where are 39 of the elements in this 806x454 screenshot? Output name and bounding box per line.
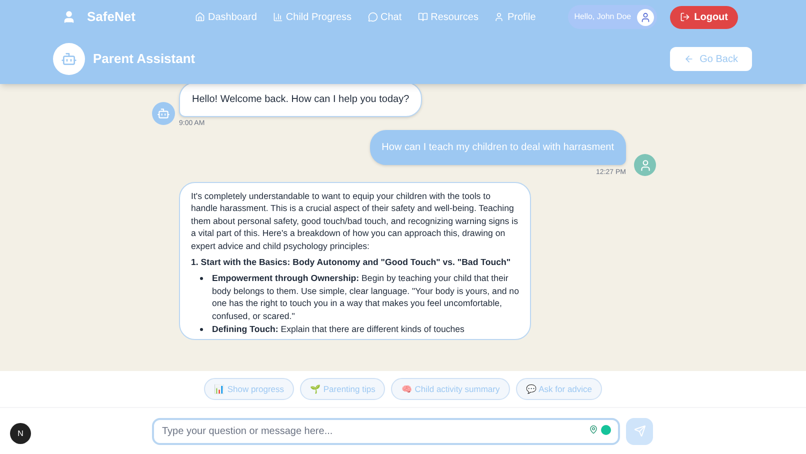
suggestion-chip[interactable]: 🌱 Parenting tips <box>300 378 386 400</box>
nav-link[interactable]: Resources <box>418 10 478 24</box>
user-avatar-icon <box>634 154 656 176</box>
assistant-avatar-icon <box>53 43 85 75</box>
suggestion-chip[interactable]: 📊 Show progress <box>204 378 294 400</box>
message-input[interactable]: Type your question or message here... <box>152 418 620 444</box>
suggestion-chip[interactable]: 💬 Ask for advice <box>516 378 602 400</box>
logo-icon <box>62 10 76 24</box>
bullet-icon <box>200 277 203 280</box>
home-icon <box>195 12 205 22</box>
speech-bubble-icon <box>368 12 378 22</box>
response-bullet: Defining Touch: Explain that there are different kinds of touches <box>212 323 464 336</box>
response-bullet: Empowerment through Ownership: Begin by teaching your child that their body belongs to them. Use simple, clear language. "Your body is yours, and no one has the right to touch you in a way that makes you feel uncomfortable, confused, or scared." <box>212 272 519 322</box>
nav-link[interactable]: Dashboard <box>195 10 257 24</box>
nav-link[interactable]: Profile <box>494 10 536 24</box>
greeting-text: Hello, John Doe <box>574 11 632 23</box>
user-icon <box>494 12 504 22</box>
assistant-message: Hello! Welcome back. How can I help you today? <box>179 82 422 117</box>
nav-link[interactable]: Chat <box>368 10 402 24</box>
pin-icon <box>589 424 598 434</box>
send-icon <box>634 425 646 437</box>
go-back-button[interactable]: Go Back <box>670 47 752 71</box>
nav-link[interactable]: Child Progress <box>272 10 352 24</box>
brand-name: SafeNet <box>87 8 136 26</box>
bot-avatar-icon <box>152 102 175 125</box>
suggestion-chip[interactable]: 🧠 Child activity summary <box>391 378 510 400</box>
send-button[interactable] <box>626 418 653 444</box>
bar-chart-icon <box>272 12 283 22</box>
response-heading: 1. Start with the Basics: Body Autonomy and "Good Touch" vs. "Bad Touch" <box>191 256 512 268</box>
arrow-left-icon <box>684 54 694 64</box>
logout-button[interactable]: Logout <box>670 6 738 28</box>
user-message: How can I teach my children to deal with harrasment <box>370 130 626 164</box>
response-paragraph: It's completely understandable to want to equip your children with the tools to handle harassment. This is a crucial aspect of their safety and well-being. Teaching them about personal safety, good touch/bad touch, and recognizing warning signs is a vital part of this. Here's a breakdown of how you can approach this, drawing on expert advice and child psychology principles: <box>191 190 519 252</box>
user-icon <box>637 8 654 26</box>
bullet-icon <box>200 328 203 332</box>
book-icon <box>418 12 428 22</box>
app-badge[interactable]: N <box>10 423 31 444</box>
logout-icon <box>680 12 690 22</box>
page-title: Parent Assistant <box>93 50 196 68</box>
